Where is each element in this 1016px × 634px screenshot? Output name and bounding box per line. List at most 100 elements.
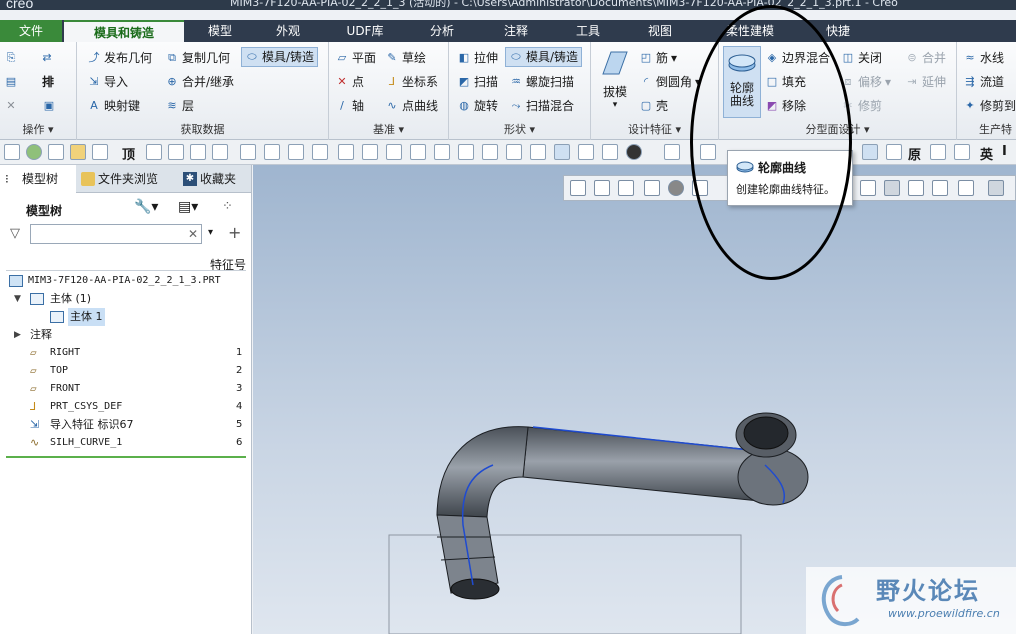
tree-filter-icon[interactable]: ⁘: [222, 199, 233, 214]
select-icon[interactable]: [410, 144, 426, 160]
close-button[interactable]: ◫ 关闭: [841, 48, 882, 68]
tree-row-body-1[interactable]: 主体 1: [0, 308, 250, 326]
paste-icon[interactable]: [386, 144, 402, 160]
fill-button[interactable]: □ 填充: [765, 72, 806, 92]
tab-flexible-modeling[interactable]: 柔性建模: [712, 20, 788, 42]
paste-button[interactable]: ▤: [4, 72, 18, 92]
boundary-blend-button[interactable]: ◈ 边界混合: [765, 48, 830, 68]
group-icon[interactable]: [48, 144, 64, 160]
point-curve-button[interactable]: ∿ 点曲线: [385, 96, 438, 116]
tab-model[interactable]: 模型: [190, 20, 250, 42]
pipe-model[interactable]: [253, 165, 1016, 634]
save-icon[interactable]: [190, 144, 206, 160]
revolve-button[interactable]: ◍ 旋转: [457, 96, 498, 116]
sphere-icon[interactable]: [26, 144, 42, 160]
expand-icon[interactable]: ▶: [14, 326, 24, 344]
axis-button[interactable]: / 轴: [335, 96, 364, 116]
regenerate-button[interactable]: ⎘: [4, 48, 18, 68]
filter-dropdown-icon[interactable]: ▾: [208, 227, 213, 238]
ellipse-icon[interactable]: [458, 144, 474, 160]
english-button[interactable]: 英: [980, 144, 993, 163]
tab-shortcuts[interactable]: 快捷: [808, 20, 868, 42]
cursor-icon[interactable]: [578, 144, 594, 160]
new-icon[interactable]: [4, 144, 20, 160]
tab-folder-browser[interactable]: 文件夹浏览: [76, 165, 176, 193]
tab-favorites[interactable]: ✱ 收藏夹: [178, 165, 252, 193]
merge-inherit-button[interactable]: ⊕ 合并/继承: [165, 72, 234, 92]
extrude-button[interactable]: ◧ 拉伸: [457, 48, 498, 68]
sweep-button[interactable]: ◩ 扫描: [457, 72, 498, 92]
tab-tools[interactable]: 工具: [558, 20, 618, 42]
tree-row-right[interactable]: ▱ RIGHT 1: [0, 344, 250, 362]
rib-button[interactable]: ◰ 筋 ▾: [639, 48, 677, 68]
merge-button[interactable]: ⊜ 合并: [905, 48, 946, 68]
measure-icon[interactable]: [168, 144, 184, 160]
sketch-button[interactable]: ✎ 草绘: [385, 48, 426, 68]
import-button[interactable]: ⇲ 导入: [87, 72, 128, 92]
layer-button[interactable]: ≋ 层: [165, 96, 194, 116]
copy-geometry-button[interactable]: ⧉ 复制几何: [165, 48, 230, 68]
plane-button[interactable]: ▱ 平面: [335, 48, 376, 68]
tree-row-annotations[interactable]: ▶ 注释: [0, 326, 250, 344]
csys-button[interactable]: ⅃ 坐标系: [385, 72, 438, 92]
collapse-icon[interactable]: ▼: [14, 290, 24, 308]
settings-icon[interactable]: [212, 144, 228, 160]
tree-row-part[interactable]: MIM3-7F120-AA-PIA-02_2_2_1_3.PRT: [0, 272, 250, 290]
line-icon[interactable]: [240, 144, 256, 160]
cursor-bar-icon[interactable]: I: [1002, 144, 1007, 159]
top-view-button[interactable]: 顶: [122, 144, 135, 163]
tree-search-input[interactable]: [30, 224, 202, 244]
plane-tool-icon[interactable]: [264, 144, 280, 160]
insert-indicator[interactable]: [6, 456, 246, 458]
publish-geometry-button[interactable]: ⤴ 发布几何: [87, 48, 153, 68]
tree-row-silh-curve[interactable]: ∿ SILH_CURVE_1 6: [0, 434, 250, 452]
tab-view[interactable]: 视图: [630, 20, 690, 42]
tab-annotate[interactable]: 注释: [486, 20, 546, 42]
undo-icon[interactable]: [664, 144, 680, 160]
extend-button[interactable]: ⇥ 延伸: [905, 72, 946, 92]
doc-icon[interactable]: [146, 144, 162, 160]
layer-tool-icon[interactable]: [886, 144, 902, 160]
remove-button[interactable]: ◩ 移除: [765, 96, 806, 116]
mirror-icon[interactable]: [338, 144, 354, 160]
tree-row-import-feature[interactable]: ⇲ 导入特征 标识67 5: [0, 416, 250, 434]
clear-search-icon[interactable]: ✕: [188, 227, 198, 241]
text-a-icon[interactable]: [954, 144, 970, 160]
sort-button[interactable]: 排: [42, 72, 54, 92]
mapkey-button[interactable]: A 映射键: [87, 96, 140, 116]
cube-icon[interactable]: [434, 144, 450, 160]
tab-analysis[interactable]: 分析: [412, 20, 472, 42]
tab-appearance[interactable]: 外观: [258, 20, 318, 42]
wave-icon[interactable]: [312, 144, 328, 160]
pattern-icon[interactable]: [92, 144, 108, 160]
table-icon[interactable]: [482, 144, 498, 160]
tree-row-front[interactable]: ▱ FRONT 3: [0, 380, 250, 398]
draft-button[interactable]: 拔模 ▾: [597, 48, 633, 122]
trim-to-button[interactable]: ✦ 修剪到: [963, 96, 1016, 116]
tree-settings-icon[interactable]: 🔧▾: [134, 199, 158, 215]
star-icon[interactable]: [506, 144, 522, 160]
box-icon[interactable]: [530, 144, 546, 160]
spline-icon[interactable]: [288, 144, 304, 160]
box-active-icon[interactable]: [554, 144, 570, 160]
render-ball-icon[interactable]: [626, 144, 642, 160]
group-button[interactable]: ▣: [42, 96, 56, 116]
helical-sweep-button[interactable]: ♒ 螺旋扫描: [509, 72, 574, 92]
tab-file[interactable]: 文件: [0, 20, 62, 42]
regen-options-button[interactable]: ⇄: [40, 48, 54, 68]
tab-model-tree[interactable]: ⁝ 模型树: [0, 165, 76, 193]
copy-icon[interactable]: [362, 144, 378, 160]
eraser-icon[interactable]: [930, 144, 946, 160]
runner-button[interactable]: ⇶ 流道: [963, 72, 1004, 92]
point-button[interactable]: ✕ 点: [335, 72, 364, 92]
add-filter-icon[interactable]: +: [228, 223, 241, 242]
water-line-button[interactable]: ≈ 水线: [963, 48, 1004, 68]
tree-row-top[interactable]: ▱ TOP 2: [0, 362, 250, 380]
mold-casting-button[interactable]: ⬭ 模具/铸造: [241, 47, 319, 67]
tree-columns-icon[interactable]: ▤▾: [178, 199, 198, 215]
tree-row-csys[interactable]: ⅃ PRT_CSYS_DEF 4: [0, 398, 250, 416]
trim-button[interactable]: ✂ 修剪: [841, 96, 882, 116]
shell-button[interactable]: ▢ 壳: [639, 96, 668, 116]
graphics-viewport[interactable]: [253, 165, 1016, 634]
swept-blend-button[interactable]: ⤳ 扫描混合: [509, 96, 574, 116]
